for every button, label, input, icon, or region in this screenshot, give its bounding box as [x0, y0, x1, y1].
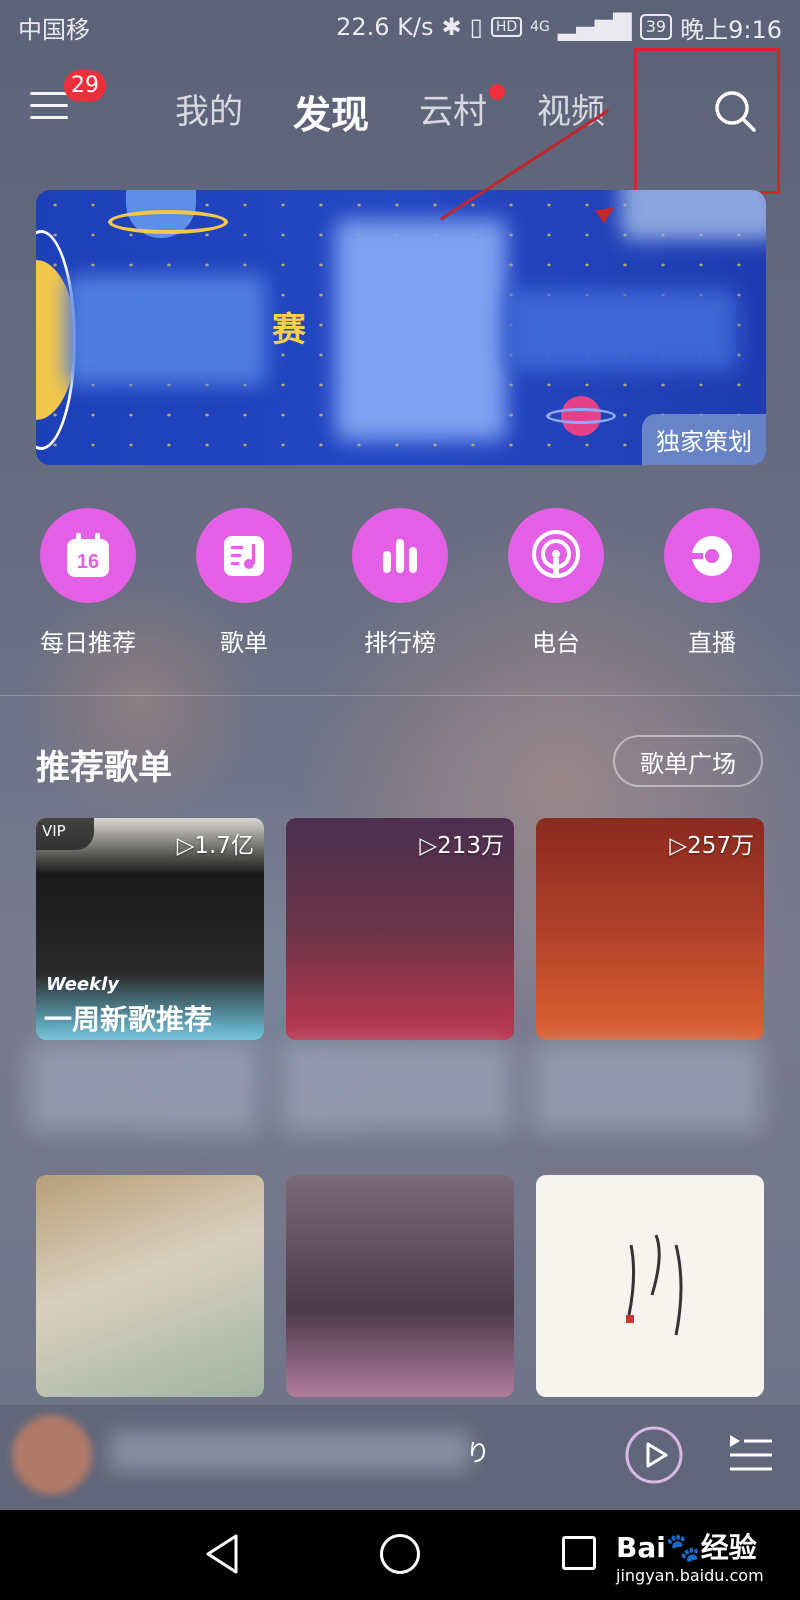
card-overlay-en: Weekly	[46, 974, 119, 995]
tab-community-label: 云村	[419, 92, 488, 132]
playlist-icon	[196, 508, 292, 603]
live-icon	[664, 508, 760, 603]
divider	[0, 695, 800, 696]
blurred-title	[282, 1042, 512, 1132]
banner-title: 赛	[272, 310, 306, 350]
back-button[interactable]	[202, 1532, 242, 1580]
quick-charts[interactable]: 排行榜	[335, 508, 465, 658]
network-speed: 22.6 K/s	[336, 13, 434, 41]
quick-playlist[interactable]: 歌单	[179, 508, 309, 658]
status-bar: 中国移 22.6 K/s ✱ ▯ HD 4G ▂▄▆█ 39 晚上9:16	[0, 0, 800, 54]
play-count: ▷1.7亿	[176, 833, 254, 859]
calendar-icon: 16	[40, 508, 136, 603]
play-count: ▷213万	[419, 833, 504, 859]
quick-label: 排行榜	[364, 629, 436, 657]
status-indicators: 22.6 K/s ✱ ▯ HD 4G ▂▄▆█ 39 晚上9:16	[336, 10, 782, 45]
chart-icon	[352, 508, 448, 603]
playlist-card[interactable]: VIP ▷1.7亿 Weekly 一周新歌推荐	[36, 818, 264, 1040]
watermark-sub: jingyan.baidu.com	[616, 1566, 764, 1585]
blurred-image	[621, 190, 766, 240]
quick-actions: 16 每日推荐 歌单 排行榜 电台 直播	[0, 508, 800, 658]
system-navigation-bar: Bai🐾经验 jingyan.baidu.com	[0, 1510, 800, 1600]
menu-button[interactable]	[30, 92, 70, 126]
playlist-card[interactable]	[286, 1175, 514, 1397]
tab-community[interactable]: 云村	[419, 84, 506, 139]
clock: 晚上9:16	[680, 15, 782, 44]
carrier-name: 中国移	[18, 15, 90, 44]
tab-discover[interactable]: 发现	[293, 84, 369, 139]
quick-label: 每日推荐	[40, 629, 136, 657]
song-info	[110, 1431, 470, 1471]
section-title: 推荐歌单	[36, 748, 172, 788]
playlist-card[interactable]: ▷257万	[536, 818, 764, 1040]
radio-icon	[508, 508, 604, 603]
banner-carousel[interactable]: 赛 独家策划	[36, 190, 766, 465]
play-icon	[625, 1426, 683, 1484]
calligraphy-art	[626, 1234, 683, 1336]
album-art	[12, 1415, 92, 1495]
blurred-image	[336, 220, 506, 440]
song-info-partial: り	[466, 1439, 490, 1467]
vip-badge: VIP	[36, 818, 94, 850]
queue-icon	[730, 1435, 772, 1471]
banner-tag: 独家策划	[642, 414, 766, 465]
quick-label: 电台	[532, 629, 580, 657]
quick-live[interactable]: 直播	[647, 508, 777, 658]
watermark-main: Bai🐾经验	[616, 1531, 757, 1564]
vibrate-icon: ▯	[469, 13, 483, 41]
back-icon	[206, 1534, 238, 1574]
bluetooth-icon: ✱	[441, 13, 462, 41]
highlight-annotation-box	[634, 48, 780, 194]
home-button[interactable]	[380, 1534, 420, 1574]
signal-icon: ▂▄▆█	[557, 13, 632, 41]
quick-daily-recommend[interactable]: 16 每日推荐	[23, 508, 153, 658]
blurred-text	[66, 275, 266, 385]
quick-radio[interactable]: 电台	[491, 508, 621, 658]
new-dot-badge	[489, 84, 506, 100]
tab-mine[interactable]: 我的	[175, 84, 243, 139]
tab-video[interactable]: 视频	[537, 84, 605, 139]
signal-type: 4G	[530, 19, 550, 35]
battery-level: 39	[639, 14, 673, 40]
quick-label: 直播	[688, 629, 736, 657]
blurred-text	[506, 290, 736, 370]
play-count: ▷257万	[669, 833, 754, 859]
notification-badge: 29	[64, 70, 106, 102]
blurred-title	[532, 1042, 762, 1132]
playlist-card[interactable]	[536, 1175, 764, 1397]
hd-icon: HD	[490, 17, 523, 37]
recent-apps-button[interactable]	[562, 1536, 596, 1570]
tab-bar: 我的 发现 云村 视频	[175, 84, 605, 139]
baidu-watermark: Bai🐾经验 jingyan.baidu.com	[616, 1526, 764, 1585]
playlist-card[interactable]: ▷213万	[286, 818, 514, 1040]
menu-icon	[30, 92, 68, 95]
mini-player[interactable]: り	[0, 1405, 800, 1510]
playlist-queue-button[interactable]	[728, 1431, 774, 1477]
quick-label: 歌单	[220, 629, 268, 657]
playlist-square-button[interactable]: 歌单广场	[613, 735, 763, 787]
blurred-title	[28, 1042, 258, 1132]
play-button[interactable]	[624, 1425, 684, 1485]
playlist-card[interactable]	[36, 1175, 264, 1397]
card-overlay-cn: 一周新歌推荐	[44, 1003, 213, 1036]
svg-text:16: 16	[77, 551, 99, 573]
